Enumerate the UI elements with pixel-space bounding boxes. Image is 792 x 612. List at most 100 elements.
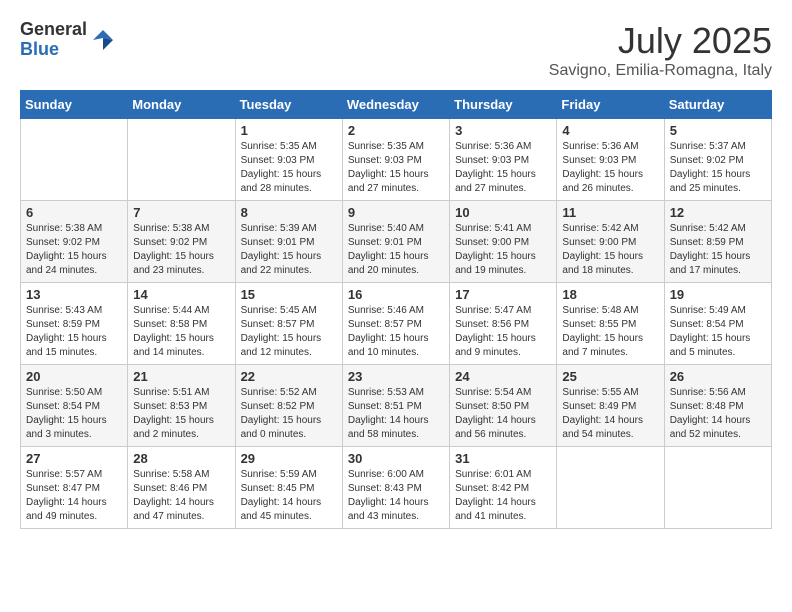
day-info: Sunrise: 5:47 AM Sunset: 8:56 PM Dayligh… bbox=[455, 304, 551, 360]
calendar-cell: 20Sunrise: 5:50 AM Sunset: 8:54 PM Dayli… bbox=[21, 365, 128, 447]
day-number: 1 bbox=[241, 123, 337, 138]
day-info: Sunrise: 5:48 AM Sunset: 8:55 PM Dayligh… bbox=[562, 304, 658, 360]
calendar-week-row: 20Sunrise: 5:50 AM Sunset: 8:54 PM Dayli… bbox=[21, 365, 772, 447]
logo-icon bbox=[91, 28, 115, 52]
calendar-cell: 31 Sunrise: 6:01 AM Sunset: 8:42 PM Dayli… bbox=[450, 447, 557, 529]
calendar-cell: 10 Sunrise: 5:41 AM Sunset: 9:00 PM Dayli… bbox=[450, 201, 557, 283]
day-info: Sunrise: 5:53 AM Sunset: 8:51 PM Dayligh… bbox=[348, 386, 444, 442]
day-info: Sunrise: 5:55 AM Sunset: 8:49 PM Dayligh… bbox=[562, 386, 658, 442]
calendar-cell: 26 Sunrise: 5:56 AM Sunset: 8:48 PM Dayli… bbox=[664, 365, 771, 447]
day-number: 20 bbox=[26, 369, 122, 384]
day-number: 22 bbox=[241, 369, 337, 384]
day-number: 6 bbox=[26, 205, 122, 220]
day-info: Sunrise: 5:51 AM Sunset: 8:53 PM Dayligh… bbox=[133, 386, 229, 442]
page-header: General Blue July 2025 Savigno, Emilia-R… bbox=[20, 20, 772, 80]
day-number: 31 bbox=[455, 451, 551, 466]
day-info: Sunrise: 5:37 AM Sunset: 9:02 PM Dayligh… bbox=[670, 140, 766, 196]
day-info: Sunrise: 5:35 AM Sunset: 9:03 PM Dayligh… bbox=[241, 140, 337, 196]
weekday-header: Friday bbox=[557, 91, 664, 119]
day-info: Sunrise: 5:41 AM Sunset: 9:00 PM Dayligh… bbox=[455, 222, 551, 278]
calendar-cell: 28 Sunrise: 5:58 AM Sunset: 8:46 PM Dayli… bbox=[128, 447, 235, 529]
day-info: Sunrise: 5:38 AM Sunset: 9:02 PM Dayligh… bbox=[133, 222, 229, 278]
day-info: Sunrise: 5:36 AM Sunset: 9:03 PM Dayligh… bbox=[455, 140, 551, 196]
day-number: 25 bbox=[562, 369, 658, 384]
weekday-header: Thursday bbox=[450, 91, 557, 119]
calendar-cell: 5 Sunrise: 5:37 AM Sunset: 9:02 PM Daylig… bbox=[664, 119, 771, 201]
day-number: 10 bbox=[455, 205, 551, 220]
calendar-cell: 23 Sunrise: 5:53 AM Sunset: 8:51 PM Dayli… bbox=[342, 365, 449, 447]
day-info: Sunrise: 5:59 AM Sunset: 8:45 PM Dayligh… bbox=[241, 468, 337, 524]
calendar-cell: 8 Sunrise: 5:39 AM Sunset: 9:01 PM Daylig… bbox=[235, 201, 342, 283]
day-info: Sunrise: 5:56 AM Sunset: 8:48 PM Dayligh… bbox=[670, 386, 766, 442]
day-info: Sunrise: 5:36 AM Sunset: 9:03 PM Dayligh… bbox=[562, 140, 658, 196]
location-title: Savigno, Emilia-Romagna, Italy bbox=[549, 62, 772, 80]
day-info: Sunrise: 5:46 AM Sunset: 8:57 PM Dayligh… bbox=[348, 304, 444, 360]
calendar-cell: 4Sunrise: 5:36 AM Sunset: 9:03 PM Daylig… bbox=[557, 119, 664, 201]
calendar-cell bbox=[128, 119, 235, 201]
day-number: 24 bbox=[455, 369, 551, 384]
day-info: Sunrise: 5:49 AM Sunset: 8:54 PM Dayligh… bbox=[670, 304, 766, 360]
day-number: 26 bbox=[670, 369, 766, 384]
day-number: 23 bbox=[348, 369, 444, 384]
weekday-header: Sunday bbox=[21, 91, 128, 119]
weekday-header: Wednesday bbox=[342, 91, 449, 119]
day-info: Sunrise: 5:44 AM Sunset: 8:58 PM Dayligh… bbox=[133, 304, 229, 360]
calendar-cell: 24 Sunrise: 5:54 AM Sunset: 8:50 PM Dayli… bbox=[450, 365, 557, 447]
day-info: Sunrise: 5:43 AM Sunset: 8:59 PM Dayligh… bbox=[26, 304, 122, 360]
day-number: 8 bbox=[241, 205, 337, 220]
calendar-cell: 3 Sunrise: 5:36 AM Sunset: 9:03 PM Daylig… bbox=[450, 119, 557, 201]
calendar-cell: 25 Sunrise: 5:55 AM Sunset: 8:49 PM Dayli… bbox=[557, 365, 664, 447]
calendar-cell: 7Sunrise: 5:38 AM Sunset: 9:02 PM Daylig… bbox=[128, 201, 235, 283]
day-info: Sunrise: 5:57 AM Sunset: 8:47 PM Dayligh… bbox=[26, 468, 122, 524]
calendar-cell: 18 Sunrise: 5:48 AM Sunset: 8:55 PM Dayli… bbox=[557, 283, 664, 365]
calendar-table: SundayMondayTuesdayWednesdayThursdayFrid… bbox=[20, 90, 772, 529]
day-number: 18 bbox=[562, 287, 658, 302]
calendar-cell: 22 Sunrise: 5:52 AM Sunset: 8:52 PM Dayli… bbox=[235, 365, 342, 447]
weekday-header: Monday bbox=[128, 91, 235, 119]
day-number: 29 bbox=[241, 451, 337, 466]
calendar-cell: 11 Sunrise: 5:42 AM Sunset: 9:00 PM Dayli… bbox=[557, 201, 664, 283]
day-info: Sunrise: 6:01 AM Sunset: 8:42 PM Dayligh… bbox=[455, 468, 551, 524]
calendar-cell: 6Sunrise: 5:38 AM Sunset: 9:02 PM Daylig… bbox=[21, 201, 128, 283]
calendar-cell: 1 Sunrise: 5:35 AM Sunset: 9:03 PM Daylig… bbox=[235, 119, 342, 201]
day-number: 5 bbox=[670, 123, 766, 138]
logo-general-text: General bbox=[20, 20, 87, 40]
day-number: 16 bbox=[348, 287, 444, 302]
calendar-cell: 29 Sunrise: 5:59 AM Sunset: 8:45 PM Dayli… bbox=[235, 447, 342, 529]
day-number: 2 bbox=[348, 123, 444, 138]
day-number: 11 bbox=[562, 205, 658, 220]
calendar-week-row: 6 Sunrise: 5:38 AM Sunset: 9:02 PM Daylig… bbox=[21, 201, 772, 283]
day-info: Sunrise: 5:45 AM Sunset: 8:57 PM Dayligh… bbox=[241, 304, 337, 360]
day-info: Sunrise: 5:39 AM Sunset: 9:01 PM Dayligh… bbox=[241, 222, 337, 278]
day-number: 13 bbox=[26, 287, 122, 302]
weekday-header: Tuesday bbox=[235, 91, 342, 119]
calendar-cell: 14Sunrise: 5:44 AM Sunset: 8:58 PM Dayli… bbox=[128, 283, 235, 365]
calendar-cell bbox=[664, 447, 771, 529]
day-info: Sunrise: 5:42 AM Sunset: 9:00 PM Dayligh… bbox=[562, 222, 658, 278]
calendar-cell: 13 Sunrise: 5:43 AM Sunset: 8:59 PM Dayli… bbox=[21, 283, 128, 365]
day-info: Sunrise: 5:42 AM Sunset: 8:59 PM Dayligh… bbox=[670, 222, 766, 278]
day-number: 3 bbox=[455, 123, 551, 138]
weekday-header: Saturday bbox=[664, 91, 771, 119]
day-number: 21 bbox=[133, 369, 229, 384]
day-info: Sunrise: 5:54 AM Sunset: 8:50 PM Dayligh… bbox=[455, 386, 551, 442]
calendar-cell: 30Sunrise: 6:00 AM Sunset: 8:43 PM Dayli… bbox=[342, 447, 449, 529]
calendar-week-row: 1 Sunrise: 5:35 AM Sunset: 9:03 PM Daylig… bbox=[21, 119, 772, 201]
day-info: Sunrise: 5:40 AM Sunset: 9:01 PM Dayligh… bbox=[348, 222, 444, 278]
calendar-cell: 16 Sunrise: 5:46 AM Sunset: 8:57 PM Dayli… bbox=[342, 283, 449, 365]
day-info: Sunrise: 5:52 AM Sunset: 8:52 PM Dayligh… bbox=[241, 386, 337, 442]
day-info: Sunrise: 5:58 AM Sunset: 8:46 PM Dayligh… bbox=[133, 468, 229, 524]
calendar-cell: 15Sunrise: 5:45 AM Sunset: 8:57 PM Dayli… bbox=[235, 283, 342, 365]
logo-blue-text: Blue bbox=[20, 40, 87, 60]
day-number: 19 bbox=[670, 287, 766, 302]
calendar-cell: 21 Sunrise: 5:51 AM Sunset: 8:53 PM Dayli… bbox=[128, 365, 235, 447]
calendar-cell bbox=[557, 447, 664, 529]
day-number: 28 bbox=[133, 451, 229, 466]
day-number: 27 bbox=[26, 451, 122, 466]
calendar-header-row: SundayMondayTuesdayWednesdayThursdayFrid… bbox=[21, 91, 772, 119]
day-info: Sunrise: 6:00 AM Sunset: 8:43 PM Dayligh… bbox=[348, 468, 444, 524]
calendar-cell: 2Sunrise: 5:35 AM Sunset: 9:03 PM Daylig… bbox=[342, 119, 449, 201]
calendar-cell: 27 Sunrise: 5:57 AM Sunset: 8:47 PM Dayli… bbox=[21, 447, 128, 529]
calendar-cell: 9Sunrise: 5:40 AM Sunset: 9:01 PM Daylig… bbox=[342, 201, 449, 283]
day-number: 17 bbox=[455, 287, 551, 302]
